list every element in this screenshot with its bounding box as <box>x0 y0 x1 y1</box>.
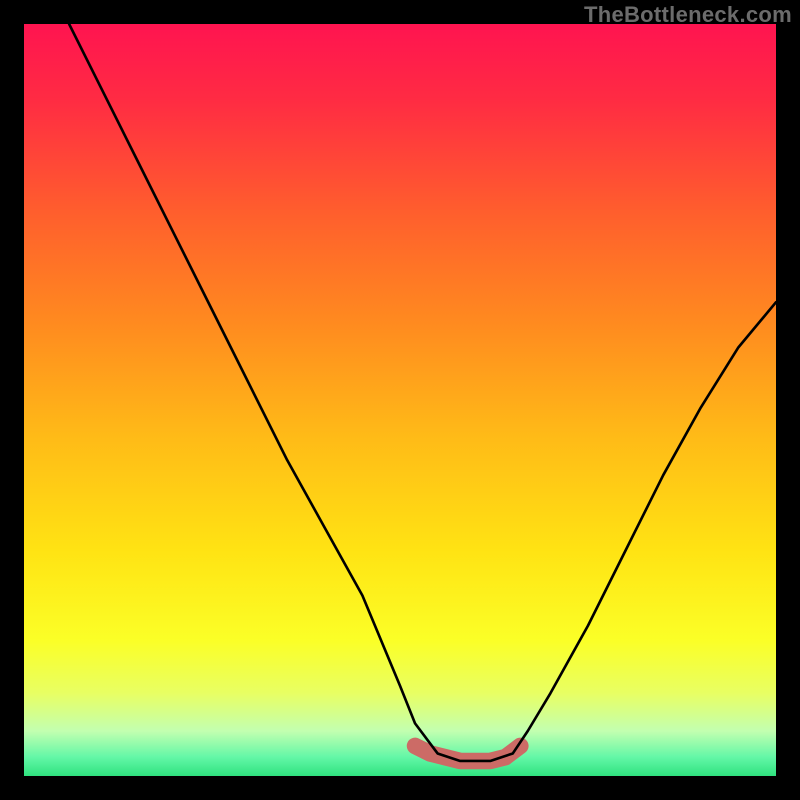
plot-area <box>24 24 776 776</box>
bottleneck-curve <box>69 24 776 761</box>
chart-frame: TheBottleneck.com <box>0 0 800 800</box>
curve-layer <box>24 24 776 776</box>
optimal-band <box>415 746 520 761</box>
